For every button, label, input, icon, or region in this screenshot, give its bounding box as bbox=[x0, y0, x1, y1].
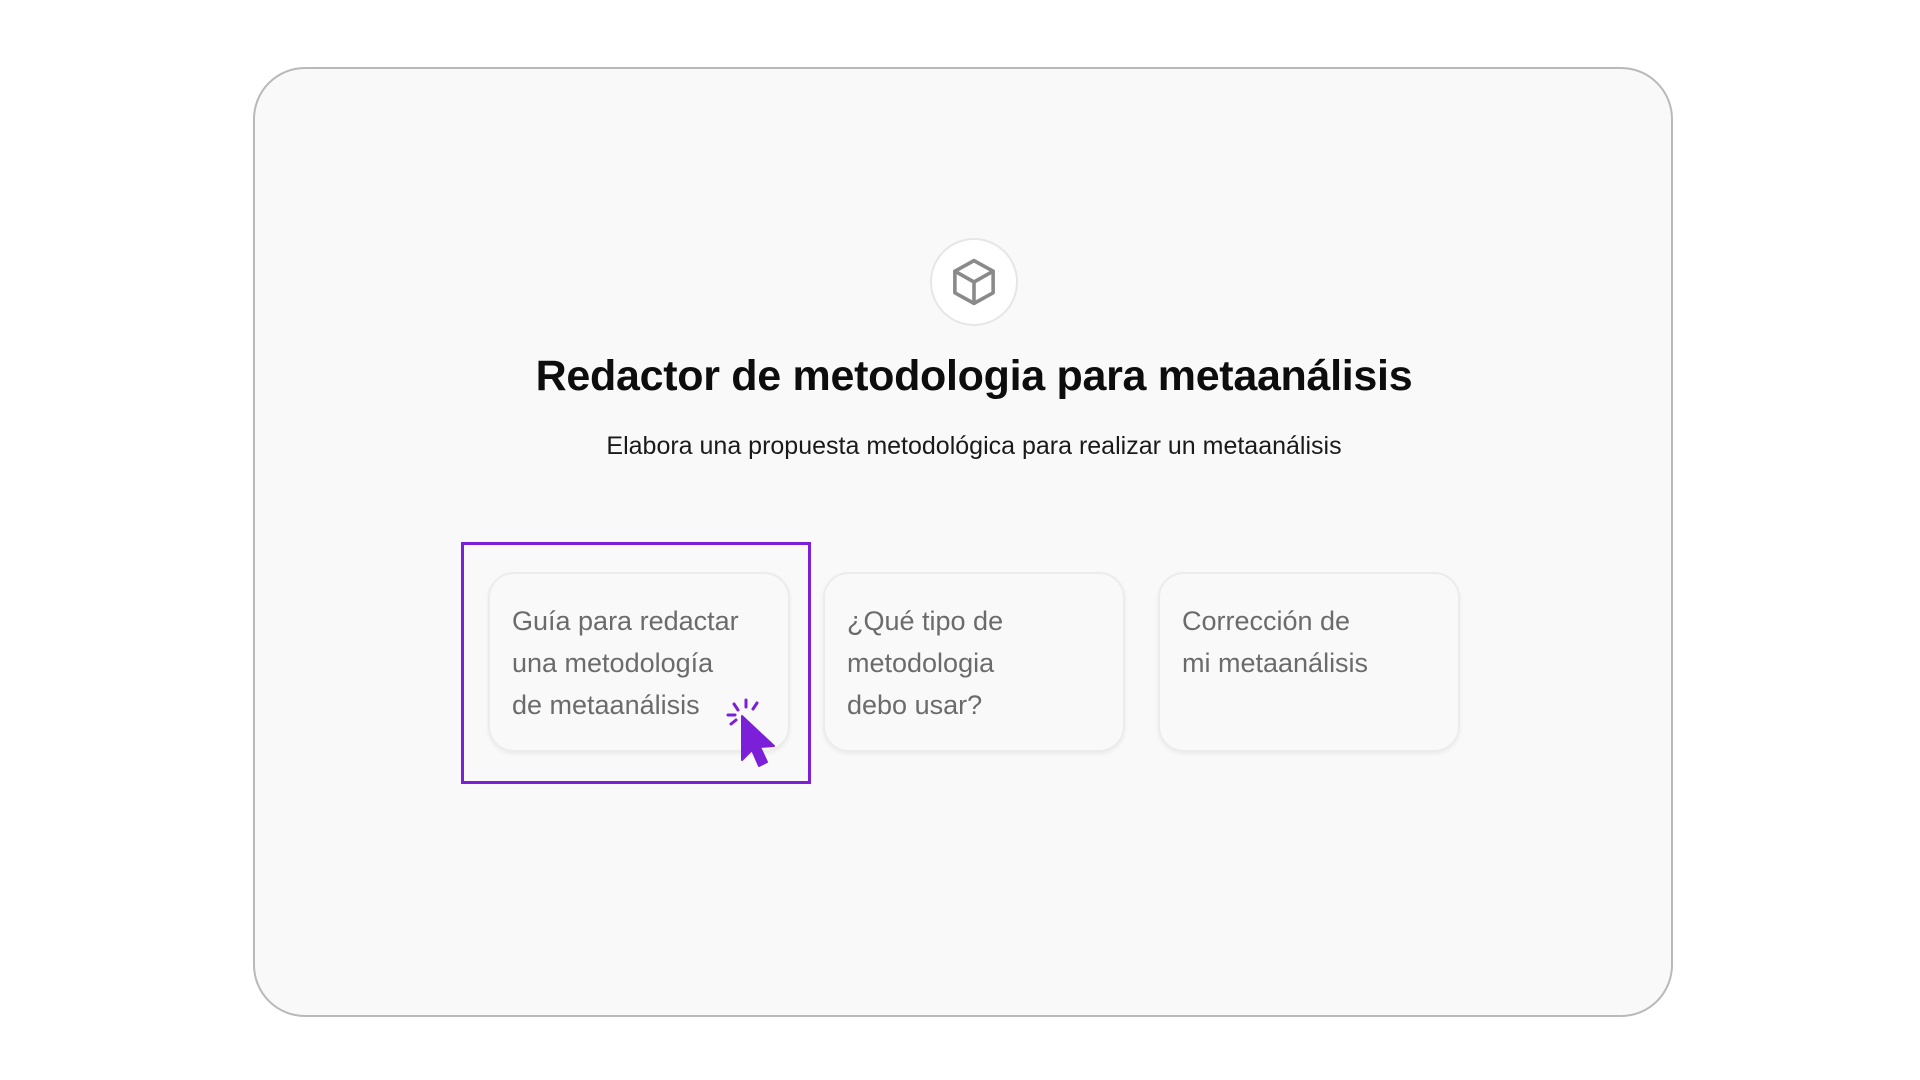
cube-icon bbox=[953, 258, 995, 306]
page-subtitle: Elabora una propuesta metodológica para … bbox=[606, 432, 1342, 460]
suggestion-card-correction[interactable]: Corrección de mi metaanálisis bbox=[1158, 572, 1460, 752]
card-text-line: ¿Qué tipo de bbox=[847, 606, 1004, 636]
card-text-line: Guía para redactar bbox=[512, 606, 739, 636]
app-window bbox=[253, 67, 1673, 1017]
click-cursor-icon bbox=[726, 698, 775, 767]
gpt-logo bbox=[930, 238, 1018, 326]
card-text-line: metodologia bbox=[847, 648, 995, 678]
card-text-line: Corrección de bbox=[1182, 606, 1351, 636]
page-title: Redactor de metodologia para metaanálisi… bbox=[535, 352, 1413, 400]
card-text-line: debo usar? bbox=[847, 690, 983, 720]
card-text-line: mi metaanálisis bbox=[1182, 648, 1369, 678]
suggestion-card-method-type[interactable]: ¿Qué tipo de metodologia debo usar? bbox=[823, 572, 1125, 752]
card-text-line: una metodología bbox=[512, 648, 714, 678]
